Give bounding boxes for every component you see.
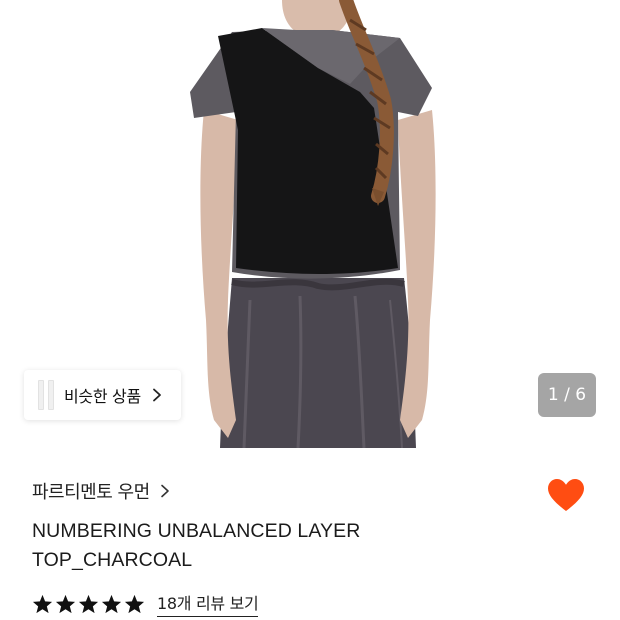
chevron-right-icon — [152, 388, 161, 402]
review-link[interactable]: 18개 리뷰 보기 — [157, 590, 259, 617]
rating-stars — [32, 594, 145, 614]
heart-icon[interactable] — [547, 478, 585, 514]
chevron-right-icon — [160, 484, 169, 498]
star-icon — [32, 594, 53, 613]
similar-products-button[interactable]: 비슷한 상품 — [24, 370, 181, 420]
star-icon — [124, 594, 145, 613]
rating-row: 18개 리뷰 보기 — [32, 590, 259, 617]
brand-link[interactable]: 파르티멘토 우먼 — [32, 478, 170, 504]
star-icon — [101, 594, 122, 613]
image-page-counter: 1 / 6 — [538, 373, 596, 417]
similar-thumbnails — [38, 380, 54, 410]
product-title: NUMBERING UNBALANCED LAYER TOP_CHARCOAL — [32, 517, 452, 575]
star-icon — [78, 594, 99, 613]
product-image-gallery[interactable]: 비슷한 상품 1 / 6 — [0, 0, 620, 448]
product-title-line-2: TOP_CHARCOAL — [32, 549, 193, 571]
product-title-line-1: NUMBERING UNBALANCED LAYER — [32, 520, 361, 542]
brand-name: 파르티멘토 우먼 — [32, 482, 150, 503]
star-icon — [55, 594, 76, 613]
similar-products-label: 비슷한 상품 — [64, 387, 141, 406]
